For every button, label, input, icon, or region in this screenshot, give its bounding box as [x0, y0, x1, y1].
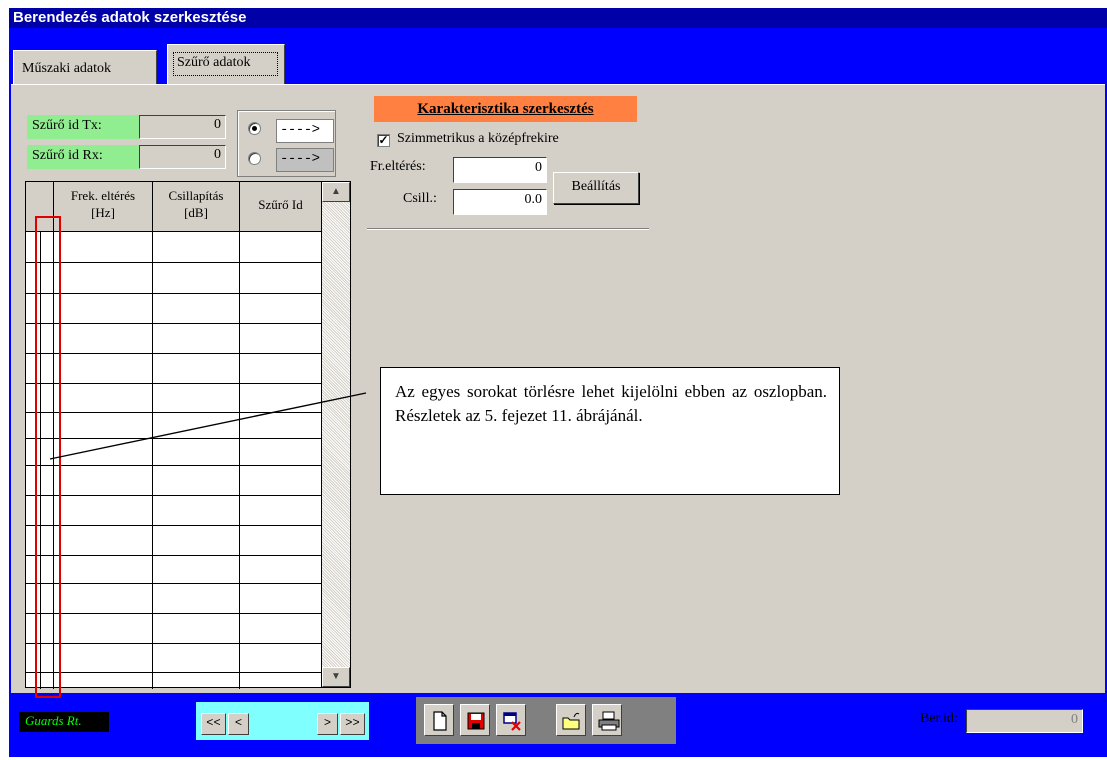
action-toolbar	[416, 697, 676, 744]
delete-icon	[503, 712, 521, 731]
last-record-button[interactable]: >>	[340, 713, 365, 735]
open-button[interactable]	[556, 704, 586, 736]
next-record-button[interactable]: >	[317, 713, 338, 735]
delete-record-button[interactable]	[496, 704, 526, 736]
new-record-button[interactable]	[424, 704, 454, 736]
ber-id-label: Ber.id:	[920, 711, 958, 726]
save-icon	[467, 712, 485, 730]
record-navigator: << < > >>	[196, 702, 369, 740]
save-button[interactable]	[460, 704, 490, 736]
new-icon	[433, 711, 447, 731]
print-icon	[598, 711, 620, 731]
ber-id-field: 0	[966, 709, 1083, 733]
brand-label: Guards Rt.	[19, 712, 109, 732]
callout-note: Az egyes sorokat törlésre lehet kijelöln…	[380, 367, 840, 495]
first-record-button[interactable]: <<	[201, 713, 226, 735]
prev-record-button[interactable]: <	[228, 713, 249, 735]
print-button[interactable]	[592, 704, 622, 736]
open-folder-icon	[562, 712, 580, 730]
